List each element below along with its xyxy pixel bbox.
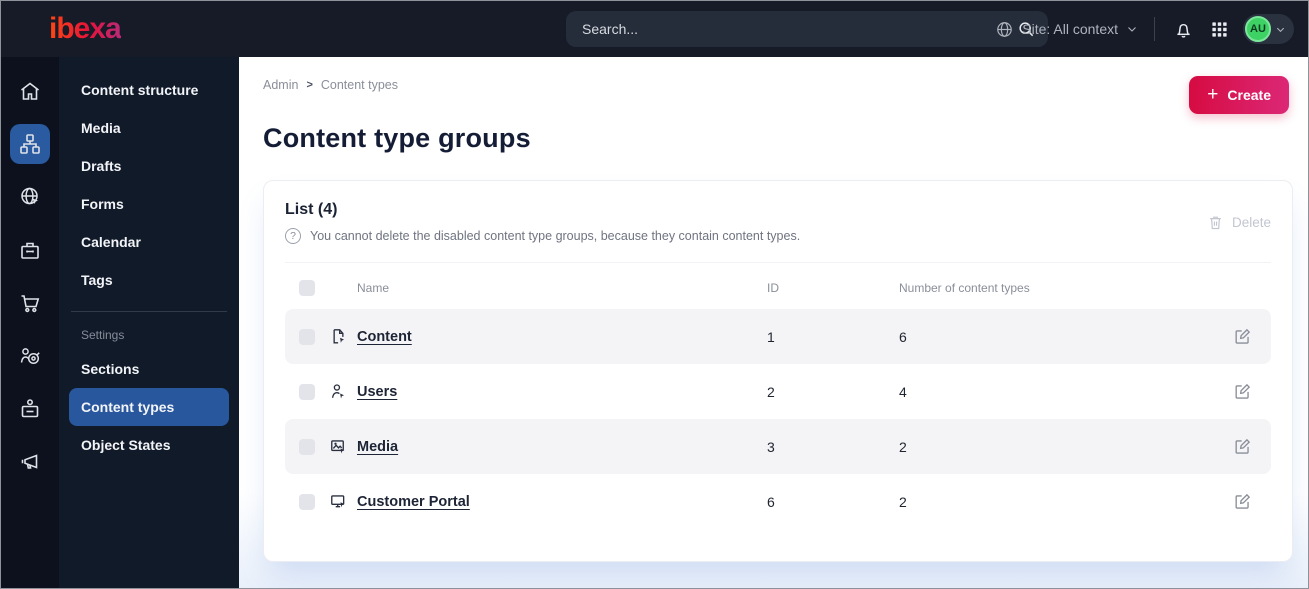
sidebar-item-content-types[interactable]: Content types bbox=[69, 388, 229, 426]
edit-button[interactable] bbox=[1227, 435, 1257, 458]
table-header-row: Name ID Number of content types bbox=[285, 267, 1271, 309]
product-box-icon bbox=[18, 238, 42, 262]
app-window: ibexa Site: All context bbox=[0, 0, 1309, 589]
column-header-count: Number of content types bbox=[899, 281, 1030, 295]
edit-button[interactable] bbox=[1227, 490, 1257, 513]
image-edit-icon bbox=[329, 437, 357, 456]
group-count: 2 bbox=[899, 493, 907, 510]
sidebar-item-site[interactable] bbox=[10, 177, 50, 217]
plus-icon: + bbox=[1207, 83, 1219, 105]
sidebar-item-tags[interactable]: Tags bbox=[69, 261, 229, 299]
list-hint-text: You cannot delete the disabled content t… bbox=[310, 229, 801, 243]
icon-rail bbox=[1, 57, 59, 588]
avatar: AU bbox=[1245, 16, 1271, 42]
trash-icon bbox=[1207, 214, 1224, 231]
sidebar-item-commerce[interactable] bbox=[10, 283, 50, 323]
sidebar-divider bbox=[71, 311, 227, 312]
chevron-down-icon bbox=[1126, 23, 1138, 35]
list-hint: ? You cannot delete the disabled content… bbox=[285, 228, 800, 244]
group-link[interactable]: Customer Portal bbox=[357, 494, 470, 510]
file-edit-icon bbox=[329, 327, 357, 346]
column-header-id: ID bbox=[767, 281, 779, 295]
edit-button[interactable] bbox=[1227, 325, 1257, 348]
group-link[interactable]: Users bbox=[357, 384, 397, 400]
content-type-groups-card: List (4) ? You cannot delete the disable… bbox=[263, 180, 1293, 562]
site-globe-icon bbox=[18, 185, 42, 209]
group-id: 1 bbox=[767, 328, 775, 345]
chevron-down-icon bbox=[1275, 24, 1286, 35]
sidebar-section-settings: Settings bbox=[81, 328, 125, 342]
sidebar-item-object-states[interactable]: Object States bbox=[69, 426, 229, 464]
content-tree-icon bbox=[18, 132, 42, 156]
megaphone-icon bbox=[18, 450, 42, 474]
breadcrumb-separator: > bbox=[306, 79, 313, 91]
table-row: Content 1 6 bbox=[285, 309, 1271, 364]
top-bar: ibexa Site: All context bbox=[1, 1, 1308, 57]
table-row: Users 2 4 bbox=[285, 364, 1271, 419]
row-checkbox[interactable] bbox=[299, 383, 315, 400]
help-icon: ? bbox=[285, 228, 301, 244]
home-icon bbox=[18, 79, 42, 103]
company-badge-icon bbox=[18, 397, 42, 421]
personalization-target-icon bbox=[18, 344, 42, 368]
sidebar-item-drafts[interactable]: Drafts bbox=[69, 147, 229, 185]
content-type-groups-table: Name ID Number of content types Content … bbox=[285, 262, 1271, 529]
list-title: List (4) bbox=[285, 201, 338, 218]
sidebar-item-forms[interactable]: Forms bbox=[69, 185, 229, 223]
column-header-name: Name bbox=[357, 281, 390, 295]
topbar-controls: Site: All context AU bbox=[995, 1, 1294, 57]
site-context-label: Site: All context bbox=[1022, 21, 1118, 37]
sidebar-item-products[interactable] bbox=[10, 230, 50, 270]
row-checkbox[interactable] bbox=[299, 438, 315, 455]
breadcrumb: Admin > Content types bbox=[263, 78, 1293, 92]
sidebar-item-dashboard[interactable] bbox=[10, 71, 50, 111]
app-switcher-button[interactable] bbox=[1208, 18, 1231, 41]
global-search bbox=[566, 11, 1048, 47]
group-link[interactable]: Content bbox=[357, 329, 412, 345]
group-id: 3 bbox=[767, 438, 775, 455]
create-button[interactable]: + Create bbox=[1189, 76, 1289, 114]
sidebar-item-sections[interactable]: Sections bbox=[69, 350, 229, 388]
group-count: 4 bbox=[899, 383, 907, 400]
sidebar-item-personalization[interactable] bbox=[10, 336, 50, 376]
search-input[interactable] bbox=[566, 11, 1048, 47]
page-title: Content type groups bbox=[263, 123, 531, 153]
notifications-button[interactable] bbox=[1171, 17, 1196, 42]
group-count: 2 bbox=[899, 438, 907, 455]
globe-icon bbox=[995, 20, 1014, 39]
row-checkbox[interactable] bbox=[299, 493, 315, 510]
user-menu[interactable]: AU bbox=[1243, 14, 1294, 44]
secondary-sidebar: Content structure Media Drafts Forms Cal… bbox=[59, 57, 239, 588]
site-context-selector[interactable]: Site: All context bbox=[995, 20, 1138, 39]
create-button-label: Create bbox=[1227, 87, 1271, 103]
table-row: Customer Portal 6 2 bbox=[285, 474, 1271, 529]
sidebar-item-media[interactable]: Media bbox=[69, 109, 229, 147]
group-id: 2 bbox=[767, 383, 775, 400]
sidebar-item-content[interactable] bbox=[10, 124, 50, 164]
topbar-divider bbox=[1154, 17, 1155, 41]
delete-button-label: Delete bbox=[1231, 215, 1271, 230]
sidebar-item-marketing[interactable] bbox=[10, 442, 50, 482]
group-link[interactable]: Media bbox=[357, 439, 398, 455]
group-count: 6 bbox=[899, 328, 907, 345]
delete-button[interactable]: Delete bbox=[1207, 214, 1271, 231]
select-all-checkbox[interactable] bbox=[299, 280, 315, 296]
breadcrumb-item-content-types: Content types bbox=[320, 78, 399, 92]
cart-icon bbox=[18, 291, 42, 315]
sidebar-item-calendar[interactable]: Calendar bbox=[69, 223, 229, 261]
app-grid-icon bbox=[1210, 20, 1229, 39]
user-edit-icon bbox=[329, 382, 357, 401]
bell-icon bbox=[1173, 19, 1194, 40]
ibexa-logo[interactable]: ibexa bbox=[49, 14, 122, 44]
sidebar-item-company[interactable] bbox=[10, 389, 50, 429]
group-id: 6 bbox=[767, 493, 775, 510]
monitor-edit-icon bbox=[329, 492, 357, 511]
main-content: Admin > Content types + Create Content t… bbox=[239, 57, 1308, 588]
row-checkbox[interactable] bbox=[299, 328, 315, 345]
sidebar-item-content-structure[interactable]: Content structure bbox=[69, 71, 229, 109]
table-row: Media 3 2 bbox=[285, 419, 1271, 474]
breadcrumb-item-admin[interactable]: Admin bbox=[263, 78, 298, 92]
edit-button[interactable] bbox=[1227, 380, 1257, 403]
